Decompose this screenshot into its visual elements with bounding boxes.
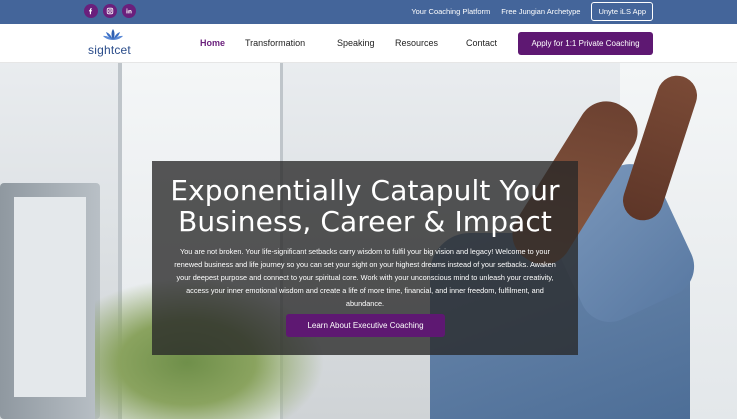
nav-resources[interactable]: Resources (395, 38, 438, 48)
hero-section: Exponentially Catapult Your Business, Ca… (0, 63, 737, 419)
top-utility-bar: Your Coaching Platform Free Jungian Arch… (0, 0, 737, 24)
nav-contact[interactable]: Contact (466, 38, 497, 48)
linkedin-link[interactable] (122, 4, 136, 18)
unyte-app-button[interactable]: Unyte iLS App (591, 2, 653, 21)
instagram-icon (106, 7, 114, 15)
nav-home[interactable]: Home (200, 38, 225, 48)
background-monitor (0, 183, 100, 419)
facebook-icon (89, 8, 93, 15)
facebook-link[interactable] (84, 4, 98, 18)
hero-title-line-1: Exponentially Catapult Your (170, 174, 560, 207)
apply-coaching-button[interactable]: Apply for 1:1 Private Coaching (518, 32, 653, 55)
coaching-platform-link[interactable]: Your Coaching Platform (411, 7, 490, 16)
logo-link[interactable]: sightcet (88, 28, 140, 60)
hero-overlay-card: Exponentially Catapult Your Business, Ca… (152, 161, 578, 355)
nav-speaking[interactable]: Speaking (337, 38, 375, 48)
executive-coaching-button[interactable]: Learn About Executive Coaching (286, 314, 445, 337)
hero-title: Exponentially Catapult Your Business, Ca… (152, 175, 578, 237)
instagram-link[interactable] (103, 4, 117, 18)
linkedin-icon (126, 8, 132, 14)
jungian-archetype-link[interactable]: Free Jungian Archetype (501, 7, 580, 16)
nav-transformation[interactable]: Transformation (245, 38, 305, 48)
social-links (84, 4, 136, 18)
logo-text: sightcet (88, 43, 131, 57)
hero-body-text: You are not broken. Your life-significan… (174, 247, 556, 308)
main-nav: sightcet Home Transformation Speaking Re… (0, 24, 737, 63)
lotus-logo-icon (103, 29, 123, 40)
top-links: Your Coaching Platform Free Jungian Arch… (411, 2, 653, 21)
hero-title-line-2: Business, Career & Impact (178, 205, 552, 238)
